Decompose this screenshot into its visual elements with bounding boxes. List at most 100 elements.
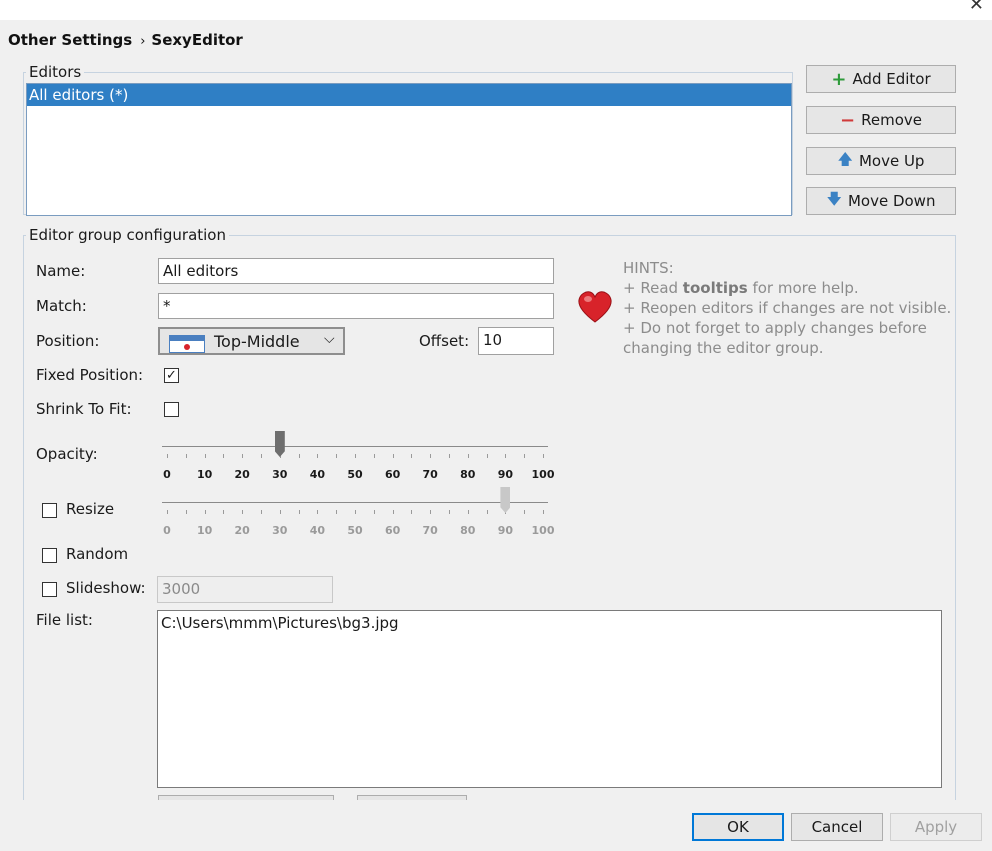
resize-slider-tick bbox=[261, 510, 262, 514]
resize-slider-tick bbox=[430, 510, 432, 514]
editors-legend: Editors bbox=[29, 63, 82, 81]
opacity-slider-tick bbox=[505, 454, 507, 458]
heart-icon bbox=[578, 291, 612, 323]
resize-slider-tick bbox=[524, 510, 526, 514]
opacity-slider-tick bbox=[449, 454, 450, 458]
resize-label: Resize bbox=[66, 500, 115, 518]
resize-slider-thumb[interactable] bbox=[500, 487, 511, 513]
resize-slider-tick bbox=[355, 510, 356, 514]
remove-button[interactable]: − Remove bbox=[806, 106, 956, 134]
arrow-up-icon: 🡅 bbox=[837, 149, 853, 168]
opacity-slider-tick-label: 40 bbox=[309, 468, 326, 481]
resize-slider-tick bbox=[204, 510, 206, 514]
resize-slider-tick-label: 80 bbox=[460, 524, 476, 537]
random-label: Random bbox=[66, 545, 129, 563]
resize-slider-tick-label: 100 bbox=[531, 524, 555, 537]
list-item-selected[interactable]: All editors (*) bbox=[27, 84, 791, 106]
match-label: Match: bbox=[36, 297, 87, 315]
config-legend: Editor group configuration bbox=[29, 226, 226, 244]
opacity-slider-tick bbox=[543, 454, 544, 458]
arrow-down-icon: 🡇 bbox=[826, 189, 842, 208]
file-list-textarea[interactable]: C:\Users\mmm\Pictures\bg3.jpg bbox=[157, 610, 942, 788]
opacity-slider-tick-label: 60 bbox=[384, 468, 401, 481]
close-icon[interactable]: ✕ bbox=[969, 0, 984, 15]
offset-input[interactable]: 10 bbox=[478, 327, 554, 355]
move-up-label: Move Up bbox=[858, 152, 925, 170]
cancel-button[interactable]: Cancel bbox=[791, 813, 883, 841]
opacity-slider-tick-label: 20 bbox=[234, 468, 250, 481]
opacity-slider-tick-label: 10 bbox=[196, 468, 213, 481]
move-up-button[interactable]: 🡅 Move Up bbox=[806, 147, 956, 175]
shrink-to-fit-checkbox[interactable] bbox=[164, 402, 179, 417]
slideshow-interval-input[interactable]: 3000 bbox=[157, 576, 333, 603]
opacity-slider-tick-label: 30 bbox=[272, 468, 288, 481]
name-label: Name: bbox=[36, 262, 86, 280]
shrink-to-fit-label: Shrink To Fit: bbox=[36, 400, 132, 418]
resize-slider-tick-label: 90 bbox=[497, 524, 514, 537]
hint-tooltips: + Read tooltips for more help. bbox=[623, 278, 953, 298]
resize-slider-tick bbox=[298, 510, 300, 514]
chevron-down-icon: ⌵ bbox=[324, 331, 335, 347]
resize-slider-tick bbox=[411, 510, 413, 514]
resize-checkbox[interactable] bbox=[42, 503, 57, 518]
resize-slider-tick-label: 60 bbox=[384, 524, 401, 537]
opacity-slider-thumb[interactable] bbox=[274, 431, 285, 457]
breadcrumb-current: SexyEditor bbox=[151, 31, 243, 49]
breadcrumb: Other Settings › SexyEditor bbox=[8, 31, 243, 49]
file-list-label: File list: bbox=[36, 611, 93, 629]
title-bar: ✕ bbox=[0, 0, 992, 20]
resize-slider-tick bbox=[486, 510, 488, 514]
hint-apply: + Do not forget to apply changes before … bbox=[623, 319, 927, 357]
resize-slider-tick-label: 20 bbox=[234, 524, 250, 537]
add-editor-button[interactable]: + Add Editor bbox=[806, 65, 956, 93]
resize-slider-tick bbox=[467, 510, 469, 514]
opacity-slider-tick bbox=[411, 454, 413, 458]
hint-reopen: + Reopen editors if changes are not visi… bbox=[623, 299, 952, 317]
opacity-slider[interactable]: 0 10 20 30 40 50 60 70 80 90 100 bbox=[162, 430, 554, 482]
cancel-label: Cancel bbox=[811, 818, 863, 836]
opacity-slider-tick bbox=[261, 454, 262, 458]
position-preview-icon bbox=[169, 335, 205, 353]
resize-slider-tick bbox=[392, 510, 394, 514]
opacity-slider-tick bbox=[467, 454, 469, 458]
resize-slider-tick bbox=[185, 510, 187, 514]
fixed-position-checkbox[interactable]: ✓ bbox=[164, 368, 179, 383]
breadcrumb-parent[interactable]: Other Settings bbox=[8, 31, 132, 49]
opacity-slider-tick bbox=[204, 454, 206, 458]
opacity-slider-tick bbox=[524, 454, 526, 458]
resize-slider-track[interactable] bbox=[162, 502, 548, 503]
resize-slider-tick bbox=[449, 510, 450, 514]
move-down-button[interactable]: 🡇 Move Down bbox=[806, 187, 956, 215]
random-checkbox[interactable] bbox=[42, 548, 57, 563]
panel-scrollbar[interactable] bbox=[984, 56, 992, 756]
opacity-slider-tick-label: 80 bbox=[460, 468, 476, 481]
breadcrumb-separator: › bbox=[140, 34, 146, 49]
opacity-label: Opacity: bbox=[36, 445, 98, 463]
resize-slider-tick bbox=[223, 510, 225, 514]
offset-label: Offset: bbox=[419, 332, 470, 350]
opacity-slider-tick bbox=[185, 454, 187, 458]
ok-label: OK bbox=[727, 818, 749, 836]
opacity-slider-tick bbox=[167, 454, 168, 458]
add-editor-label: Add Editor bbox=[852, 70, 931, 88]
hints-panel: HINTS: + Read tooltips for more help. + … bbox=[623, 258, 953, 358]
editors-list[interactable]: All editors (*) bbox=[26, 83, 792, 216]
apply-label: Apply bbox=[914, 818, 958, 836]
opacity-slider-track[interactable] bbox=[162, 446, 548, 447]
resize-slider[interactable]: 0 10 20 30 40 50 60 70 80 90 100 bbox=[162, 486, 554, 538]
name-input[interactable]: All editors bbox=[158, 258, 554, 284]
hint-tooltips-pre: + Read bbox=[623, 279, 683, 297]
resize-slider-tick bbox=[373, 510, 375, 514]
opacity-slider-tick bbox=[317, 454, 319, 458]
opacity-slider-tick bbox=[430, 454, 432, 458]
opacity-slider-tick bbox=[355, 454, 356, 458]
position-dropdown[interactable]: Top-Middle ⌵ bbox=[158, 327, 345, 355]
match-input[interactable]: * bbox=[158, 293, 554, 319]
opacity-slider-tick bbox=[298, 454, 300, 458]
apply-button[interactable]: Apply bbox=[890, 813, 982, 841]
minus-icon: − bbox=[840, 109, 856, 131]
slideshow-checkbox[interactable] bbox=[42, 582, 57, 597]
plus-icon: + bbox=[831, 68, 847, 90]
ok-button[interactable]: OK bbox=[692, 813, 784, 841]
resize-slider-tick bbox=[167, 510, 168, 514]
